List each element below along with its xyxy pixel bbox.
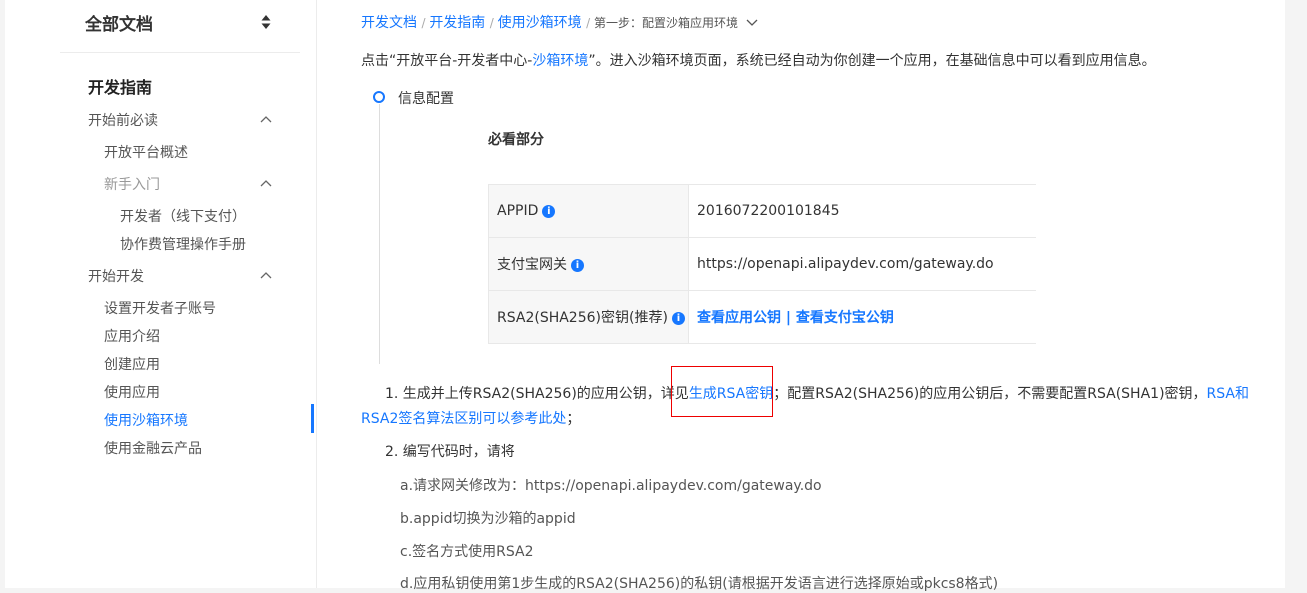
timeline-line bbox=[379, 104, 380, 364]
table-row: APPID i 2016072200101845 bbox=[488, 184, 1036, 238]
table-row: RSA2(SHA256)密钥(推荐) i 查看应用公钥 | 查看支付宝公钥 bbox=[488, 290, 1036, 344]
step-1-suffix: ； bbox=[566, 411, 581, 427]
link-separator: | bbox=[781, 310, 796, 326]
chevron-up-icon[interactable] bbox=[260, 115, 272, 123]
sidebar-item-before-start[interactable]: 开始前必读 bbox=[88, 110, 158, 130]
info-icon[interactable]: i bbox=[542, 204, 556, 218]
section-heading: 必看部分 bbox=[488, 132, 544, 148]
chevron-up-icon[interactable] bbox=[260, 179, 272, 187]
breadcrumb-separator: / bbox=[586, 16, 594, 30]
info-icon[interactable]: i bbox=[571, 258, 584, 272]
table-row: 支付宝网关 i https://openapi.alipaydev.com/gat… bbox=[488, 237, 1036, 291]
chevron-down-icon[interactable] bbox=[746, 19, 758, 27]
timeline-label: 信息配置 bbox=[398, 91, 454, 107]
rsa-difference-link-part2[interactable]: RSA2签名算法区别可以参考此处 bbox=[361, 411, 566, 427]
step-2-title: 2. 编写代码时，请将 bbox=[385, 444, 515, 460]
step-1-middle: ；配置RSA2(SHA256)的应用公钥后，不需要配置RSA(SHA1)密钥， bbox=[773, 386, 1207, 402]
appid-label: APPID bbox=[497, 203, 539, 219]
breadcrumb-link-docs[interactable]: 开发文档 bbox=[361, 15, 417, 31]
intro-text-after: ”。进入沙箱环境页面，系统已经自动为你创建一个应用，在基础信息中可以看到应用信息… bbox=[588, 53, 1156, 69]
step-1-line-2: RSA2签名算法区别可以参考此处； bbox=[361, 408, 580, 428]
step-1-line-1: 1. 生成并上传RSA2(SHA256)的应用公钥，详见生成RSA密钥；配置RS… bbox=[385, 383, 1249, 403]
sidebar: 全部文档 开发指南 开始前必读 开放平台概述 新手入门 开发者（线下支付） 协作… bbox=[40, 0, 317, 588]
sidebar-item-sub-account[interactable]: 设置开发者子账号 bbox=[104, 298, 216, 318]
table-key-cell: 支付宝网关 i bbox=[488, 237, 689, 291]
sidebar-item-platform-overview[interactable]: 开放平台概述 bbox=[104, 142, 188, 162]
doc-selector-label: 全部文档 bbox=[85, 15, 153, 35]
sidebar-item-getting-started[interactable]: 新手入门 bbox=[104, 174, 160, 194]
sidebar-item-fee-manual[interactable]: 协作费管理操作手册 bbox=[120, 234, 246, 254]
sidebar-section-title: 开发指南 bbox=[88, 78, 153, 97]
sidebar-item-start-dev[interactable]: 开始开发 bbox=[88, 266, 144, 286]
appid-value: 2016072200101845 bbox=[697, 203, 840, 219]
intro-text-before: 点击“开放平台-开发者中心- bbox=[361, 53, 533, 69]
breadcrumb-current[interactable]: 第一步：配置沙箱应用环境 bbox=[594, 16, 738, 30]
sidebar-item-developer-offline[interactable]: 开发者（线下支付） bbox=[120, 206, 246, 226]
rsa-difference-link-part1[interactable]: RSA和 bbox=[1207, 386, 1249, 402]
chevron-up-icon[interactable] bbox=[260, 271, 272, 279]
sidebar-item-sandbox[interactable]: 使用沙箱环境 bbox=[104, 410, 188, 430]
info-icon[interactable]: i bbox=[671, 311, 685, 325]
breadcrumb-separator: / bbox=[489, 16, 498, 30]
table-value-cell: 查看应用公钥 | 查看支付宝公钥 bbox=[688, 290, 1036, 344]
table-value-cell: 2016072200101845 bbox=[688, 184, 1036, 238]
step-2-sub-c: c.签名方式使用RSA2 bbox=[400, 544, 534, 560]
breadcrumb-link-sandbox[interactable]: 使用沙箱环境 bbox=[498, 15, 582, 31]
sidebar-item-app-intro[interactable]: 应用介绍 bbox=[104, 326, 160, 346]
doc-selector[interactable]: 全部文档 bbox=[60, 0, 300, 53]
table-key-cell: RSA2(SHA256)密钥(推荐) i bbox=[488, 290, 689, 344]
app-info-table: APPID i 2016072200101845 支付宝网关 i https://o… bbox=[488, 184, 1036, 344]
step-2-sub-a: a.请求网关修改为：https://openapi.alipaydev.com/… bbox=[400, 478, 822, 494]
active-indicator bbox=[311, 404, 314, 433]
sidebar-item-create-app[interactable]: 创建应用 bbox=[104, 354, 160, 374]
intro-paragraph: 点击“开放平台-开发者中心-沙箱环境”。进入沙箱环境页面，系统已经自动为你创建一… bbox=[361, 50, 1156, 70]
step-2-sub-b: b.appid切换为沙箱的appid bbox=[400, 511, 576, 527]
sidebar-item-finance-cloud[interactable]: 使用金融云产品 bbox=[104, 438, 202, 458]
timeline-dot-icon bbox=[373, 91, 385, 103]
sort-arrows-icon bbox=[261, 15, 271, 29]
view-app-public-key-link[interactable]: 查看应用公钥 bbox=[697, 310, 781, 326]
gateway-value: https://openapi.alipaydev.com/gateway.do bbox=[697, 256, 994, 272]
breadcrumb: 开发文档 / 开发指南 / 使用沙箱环境 / 第一步：配置沙箱应用环境 bbox=[361, 12, 758, 32]
table-key-cell: APPID i bbox=[488, 184, 689, 238]
gateway-label: 支付宝网关 bbox=[497, 257, 567, 273]
step-1-prefix: 1. 生成并上传RSA2(SHA256)的应用公钥，详见 bbox=[385, 386, 689, 402]
sandbox-env-link[interactable]: 沙箱环境 bbox=[532, 53, 588, 69]
generate-rsa-key-link[interactable]: 生成RSA密钥 bbox=[689, 386, 773, 402]
sidebar-item-use-app[interactable]: 使用应用 bbox=[104, 382, 160, 402]
breadcrumb-link-guide[interactable]: 开发指南 bbox=[429, 15, 485, 31]
rsa2-key-label: RSA2(SHA256)密钥(推荐) bbox=[497, 310, 668, 326]
view-alipay-public-key-link[interactable]: 查看支付宝公钥 bbox=[796, 310, 894, 326]
table-value-cell: https://openapi.alipaydev.com/gateway.do bbox=[688, 237, 1036, 291]
step-2-sub-d: d.应用私钥使用第1步生成的RSA2(SHA256)的私钥(请根据开发语言进行选… bbox=[400, 576, 999, 592]
